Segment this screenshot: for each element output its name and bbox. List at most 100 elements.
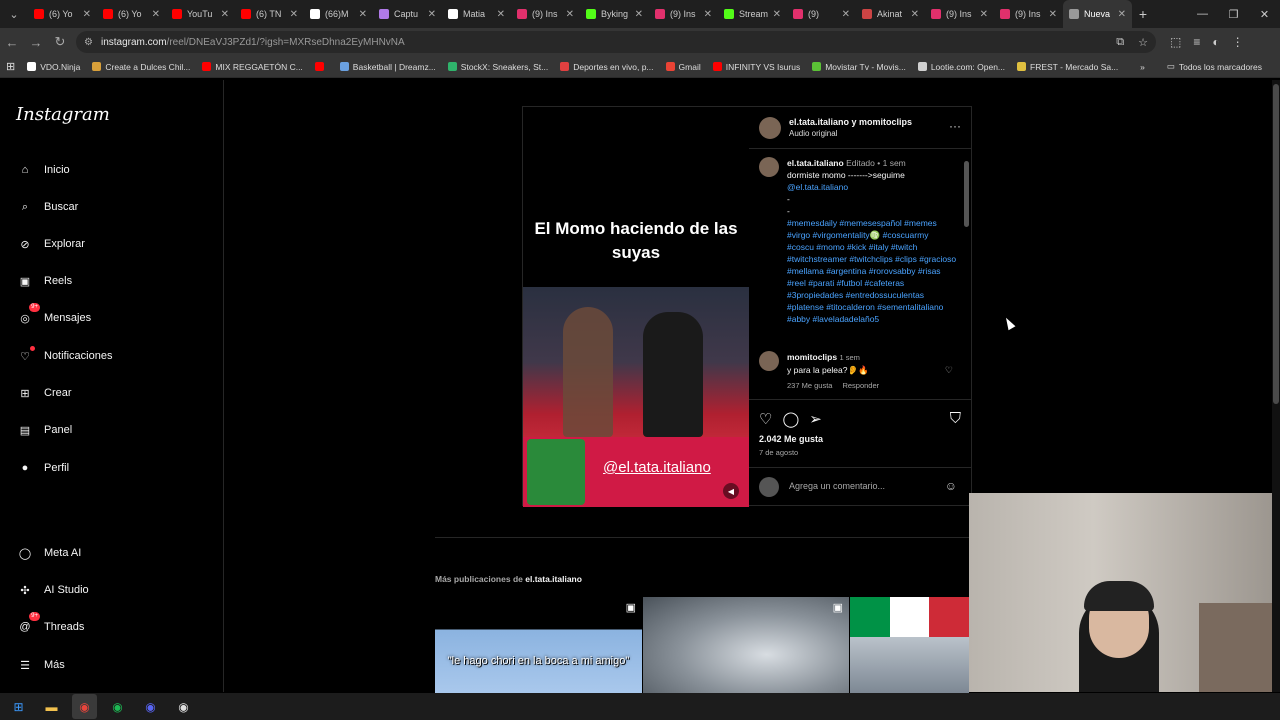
bookmark-item[interactable]: INFINITY VS Isurus <box>707 62 806 72</box>
back-icon[interactable]: ← <box>0 35 24 50</box>
comments-list[interactable]: el.tata.italiano Editado • 1 sem dormist… <box>749 149 971 399</box>
spotify-icon[interactable]: ◉ <box>105 694 130 719</box>
close-window-icon[interactable]: ✕ <box>1249 0 1280 28</box>
new-tab-button[interactable]: + <box>1132 6 1154 22</box>
more-post-thumb-3[interactable] <box>850 597 969 693</box>
sidebar-item-buscar[interactable]: ⌕ Buscar <box>16 192 78 222</box>
browser-tab[interactable]: (6) TN ✕ <box>235 0 304 28</box>
caption-avatar[interactable] <box>759 157 779 177</box>
bookmark-star-icon[interactable]: ☆ <box>1138 36 1148 49</box>
share-icon[interactable]: ➢ <box>809 410 822 428</box>
bookmark-item[interactable]: StockX: Sneakers, St... <box>442 62 554 72</box>
bookmark-item[interactable]: Lootie.com: Open... <box>912 62 1011 72</box>
profile-icon[interactable]: ◐ <box>1212 35 1219 49</box>
browser-tab[interactable]: Captu ✕ <box>373 0 442 28</box>
browser-tab[interactable]: YouTu ✕ <box>166 0 235 28</box>
sidebar-item-inicio[interactable]: ⌂ Inicio <box>16 155 70 185</box>
browser-tab[interactable]: (6) Yo ✕ <box>97 0 166 28</box>
tab-close-icon[interactable]: ✕ <box>635 9 643 20</box>
post-likes[interactable]: 2.042 Me gusta <box>759 434 823 444</box>
browser-tab[interactable]: Matia ✕ <box>442 0 511 28</box>
instagram-logo[interactable]: Instagram <box>16 104 110 125</box>
file-explorer-icon[interactable]: ▬ <box>39 694 64 719</box>
url-bar[interactable]: ⚙ instagram.com/reel/DNEaVJ3PZd1/?igsh=M… <box>76 31 1156 53</box>
discord-icon[interactable]: ◉ <box>138 694 163 719</box>
tab-close-icon[interactable]: ✕ <box>704 9 712 20</box>
tab-close-icon[interactable]: ✕ <box>911 9 919 20</box>
comments-scroll-thumb[interactable] <box>964 161 969 227</box>
sidebar-item-threads[interactable]: @9+ Threads <box>16 612 84 642</box>
bookmark-item[interactable]: Create a Dulces Chil... <box>86 62 196 72</box>
restore-icon[interactable]: ❐ <box>1218 0 1249 28</box>
tab-close-icon[interactable]: ✕ <box>773 9 781 20</box>
caption-mention[interactable]: @el.tata.italiano <box>787 182 848 192</box>
sidebar-item-panel[interactable]: ▤ Panel <box>16 415 72 445</box>
windows-start-icon[interactable]: ⊞ <box>6 694 31 719</box>
install-app-icon[interactable]: ⧉ <box>1116 36 1124 49</box>
tab-close-icon[interactable]: ✕ <box>83 9 91 20</box>
tab-close-icon[interactable]: ✕ <box>1049 9 1057 20</box>
comment-icon[interactable]: ◯ <box>782 410 799 428</box>
browser-tab[interactable]: (9) Ins ✕ <box>511 0 580 28</box>
browser-tab[interactable]: Byking ✕ <box>580 0 649 28</box>
browser-tab[interactable]: (9) ✕ <box>787 0 856 28</box>
tab-search-icon[interactable]: ⌄ <box>0 8 28 21</box>
post-author[interactable]: el.tata.italiano y momitoclips <box>789 117 912 127</box>
audio-label[interactable]: Audio original <box>789 129 837 138</box>
save-icon[interactable]: ⛉ <box>950 410 961 427</box>
tab-close-icon[interactable]: ✕ <box>980 9 988 20</box>
bookmark-item[interactable]: Deportes en vivo, p... <box>554 62 659 72</box>
more-posts-user[interactable]: el.tata.italiano <box>525 574 582 584</box>
sidebar-item-más[interactable]: ☰ Más <box>16 650 65 680</box>
browser-tab[interactable]: (9) Ins ✕ <box>994 0 1063 28</box>
comment-avatar[interactable] <box>759 351 779 371</box>
emoji-icon[interactable]: ☺ <box>945 479 957 493</box>
bookmark-item[interactable]: Basketball | Dreamz... <box>334 62 442 72</box>
browser-tab[interactable]: Akinat ✕ <box>856 0 925 28</box>
caption-hashtags[interactable]: #memesdaily #memesespañol #memes #virgo … <box>787 218 956 324</box>
sidebar-item-perfil[interactable]: ● Perfil <box>16 453 69 483</box>
browser-tab[interactable]: Stream ✕ <box>718 0 787 28</box>
more-post-thumb-2[interactable]: ▣ <box>643 597 849 693</box>
browser-tab[interactable]: (9) Ins ✕ <box>649 0 718 28</box>
sidebar-item-meta-ai[interactable]: ◯ Meta AI <box>16 538 81 568</box>
minimize-icon[interactable]: — <box>1187 0 1218 28</box>
page-scrollbar[interactable] <box>1272 80 1280 692</box>
media-control-icon[interactable]: ≡ <box>1193 35 1200 49</box>
author-avatar[interactable] <box>759 117 781 139</box>
comment-likes[interactable]: 237 Me gusta <box>787 380 832 392</box>
reload-icon[interactable]: ↻ <box>48 34 72 50</box>
browser-tab[interactable]: Nueva ✕ <box>1063 0 1132 28</box>
site-info-icon[interactable]: ⚙ <box>84 37 93 48</box>
more-options-icon[interactable]: ··· <box>949 119 961 133</box>
tab-close-icon[interactable]: ✕ <box>290 9 298 20</box>
sidebar-item-ai-studio[interactable]: ✣ AI Studio <box>16 575 88 605</box>
forward-icon[interactable]: → <box>24 35 48 50</box>
add-comment-input[interactable]: Agrega un comentario... <box>789 481 885 491</box>
apps-grid-icon[interactable]: ⊞ <box>0 60 21 73</box>
bookmark-item[interactable] <box>309 62 334 72</box>
bookmark-item[interactable]: Gmail <box>660 62 707 72</box>
like-icon[interactable]: ♡ <box>759 410 772 428</box>
bookmark-item[interactable]: FREST - Mercado Sa... <box>1011 62 1124 72</box>
browser-tab[interactable]: (66)M ✕ <box>304 0 373 28</box>
chrome-icon[interactable]: ◉ <box>72 694 97 719</box>
all-bookmarks-folder[interactable]: ▭ Todos los marcadores <box>1161 61 1268 72</box>
browser-menu-icon[interactable]: ⋮ <box>1232 35 1244 49</box>
sidebar-item-crear[interactable]: ⊞ Crear <box>16 378 71 408</box>
sidebar-item-notificaciones[interactable]: ♡ Notificaciones <box>16 341 112 371</box>
browser-tab[interactable]: (9) Ins ✕ <box>925 0 994 28</box>
bookmark-item[interactable]: Movistar Tv - Movis... <box>806 62 912 72</box>
tab-close-icon[interactable]: ✕ <box>359 9 367 20</box>
sidebar-item-mensajes[interactable]: ◎ 9+ Mensajes <box>16 303 91 333</box>
sidebar-item-reels[interactable]: ▣ Reels <box>16 266 72 296</box>
tab-close-icon[interactable]: ✕ <box>1118 9 1126 20</box>
bookmark-item[interactable]: VDO.Ninja <box>21 62 86 72</box>
tab-close-icon[interactable]: ✕ <box>497 9 505 20</box>
page-scroll-thumb[interactable] <box>1273 84 1279 404</box>
mute-icon[interactable]: ◀ <box>723 483 739 499</box>
extensions-icon[interactable]: ⬚ <box>1170 35 1181 49</box>
sidebar-item-explorar[interactable]: ⊘ Explorar <box>16 229 85 259</box>
obs-icon[interactable]: ◉ <box>171 694 196 719</box>
tab-close-icon[interactable]: ✕ <box>842 9 850 20</box>
